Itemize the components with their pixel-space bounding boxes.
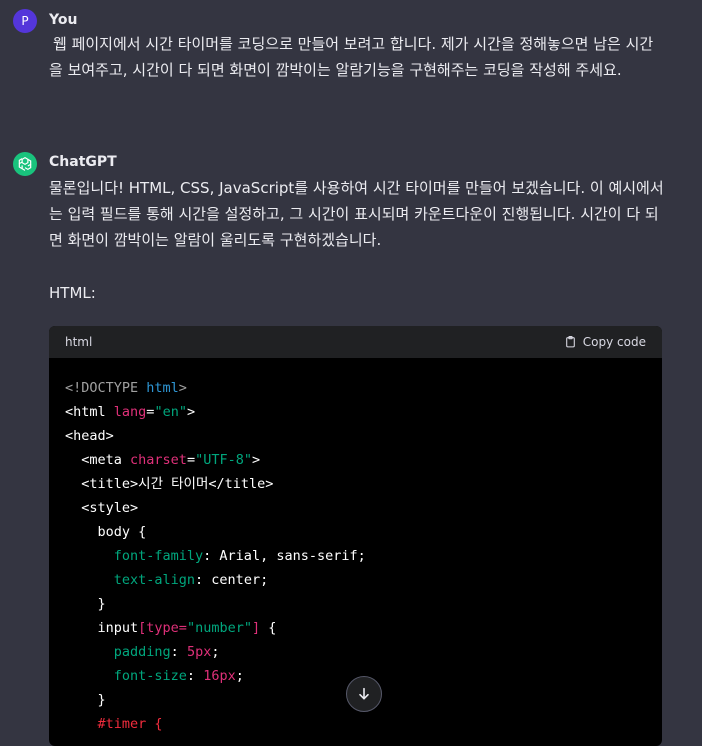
code-line: } — [65, 592, 646, 616]
code-token: : center; — [195, 572, 269, 588]
assistant-message-text: 물론입니다! HTML, CSS, JavaScript를 사용하여 시간 타이… — [49, 179, 664, 249]
code-token: input — [65, 620, 139, 636]
code-line: input[type="number"] { — [65, 616, 646, 640]
code-line: body { — [65, 520, 646, 544]
code-token: "UTF-8" — [195, 452, 252, 468]
code-token: : — [186, 668, 204, 684]
assistant-author: ChatGPT — [49, 154, 117, 170]
code-token: ; — [211, 644, 220, 660]
code-token: <title> — [65, 476, 139, 492]
code-token: ] — [251, 620, 261, 636]
code-token: charset — [130, 452, 187, 468]
code-token: #timer { — [65, 716, 163, 732]
code-token: <!DOCTYPE — [65, 380, 147, 396]
assistant-message: ChatGPT 물론입니다! HTML, CSS, JavaScript를 사용… — [0, 0, 702, 746]
code-line: #timer { — [65, 712, 646, 736]
code-line: <meta charset="UTF-8"> — [65, 448, 646, 472]
code-line: <title>시간 타이머</title> — [65, 472, 646, 496]
chatgpt-logo-icon — [13, 152, 37, 176]
code-token: } — [65, 596, 106, 612]
code-language: html — [65, 335, 93, 349]
code-token: "en" — [154, 404, 187, 420]
code-token: font-family — [65, 548, 204, 564]
code-token: : — [170, 644, 187, 660]
code-token: } — [65, 692, 106, 708]
code-token: font-size — [65, 668, 187, 684]
code-token: <head> — [65, 428, 114, 444]
clipboard-icon — [565, 336, 575, 348]
code-token: <meta — [65, 452, 131, 468]
code-token: <html — [65, 404, 114, 420]
code-token: </title> — [208, 476, 274, 492]
code-line: <style> — [65, 496, 646, 520]
code-token: "number" — [186, 620, 252, 636]
copy-code-button[interactable]: Copy code — [564, 335, 646, 349]
code-token: : Arial, sans-serif; — [203, 548, 366, 564]
code-token: lang — [113, 404, 147, 420]
code-token: 5px — [186, 644, 212, 660]
code-token: html — [146, 380, 179, 396]
section-label: HTML: — [49, 284, 96, 302]
code-token: <style> — [65, 500, 139, 516]
code-line: <head> — [65, 424, 646, 448]
arrow-down-icon — [359, 687, 369, 700]
code-line: <!DOCTYPE html> — [65, 376, 646, 400]
code-line: text-align: center; — [65, 568, 646, 592]
code-line: font-family: Arial, sans-serif; — [65, 544, 646, 568]
code-token: > — [186, 404, 196, 420]
code-token: 시간 타이머 — [138, 476, 209, 492]
scroll-to-bottom-button[interactable] — [346, 676, 382, 712]
code-header: html Copy code — [49, 326, 662, 358]
code-token: { — [260, 620, 277, 636]
code-line: <html lang="en"> — [65, 400, 646, 424]
code-line: padding: 5px; — [65, 640, 646, 664]
code-token: 16px — [203, 668, 236, 684]
code-token: > — [178, 380, 187, 396]
code-token: [type= — [138, 620, 187, 636]
code-token: > — [251, 452, 261, 468]
code-token: text-align — [65, 572, 196, 588]
copy-code-label: Copy code — [582, 335, 646, 349]
code-token: padding — [65, 644, 171, 660]
code-token: = — [186, 452, 196, 468]
code-token: ; — [235, 668, 244, 684]
code-token: body { — [65, 524, 147, 540]
